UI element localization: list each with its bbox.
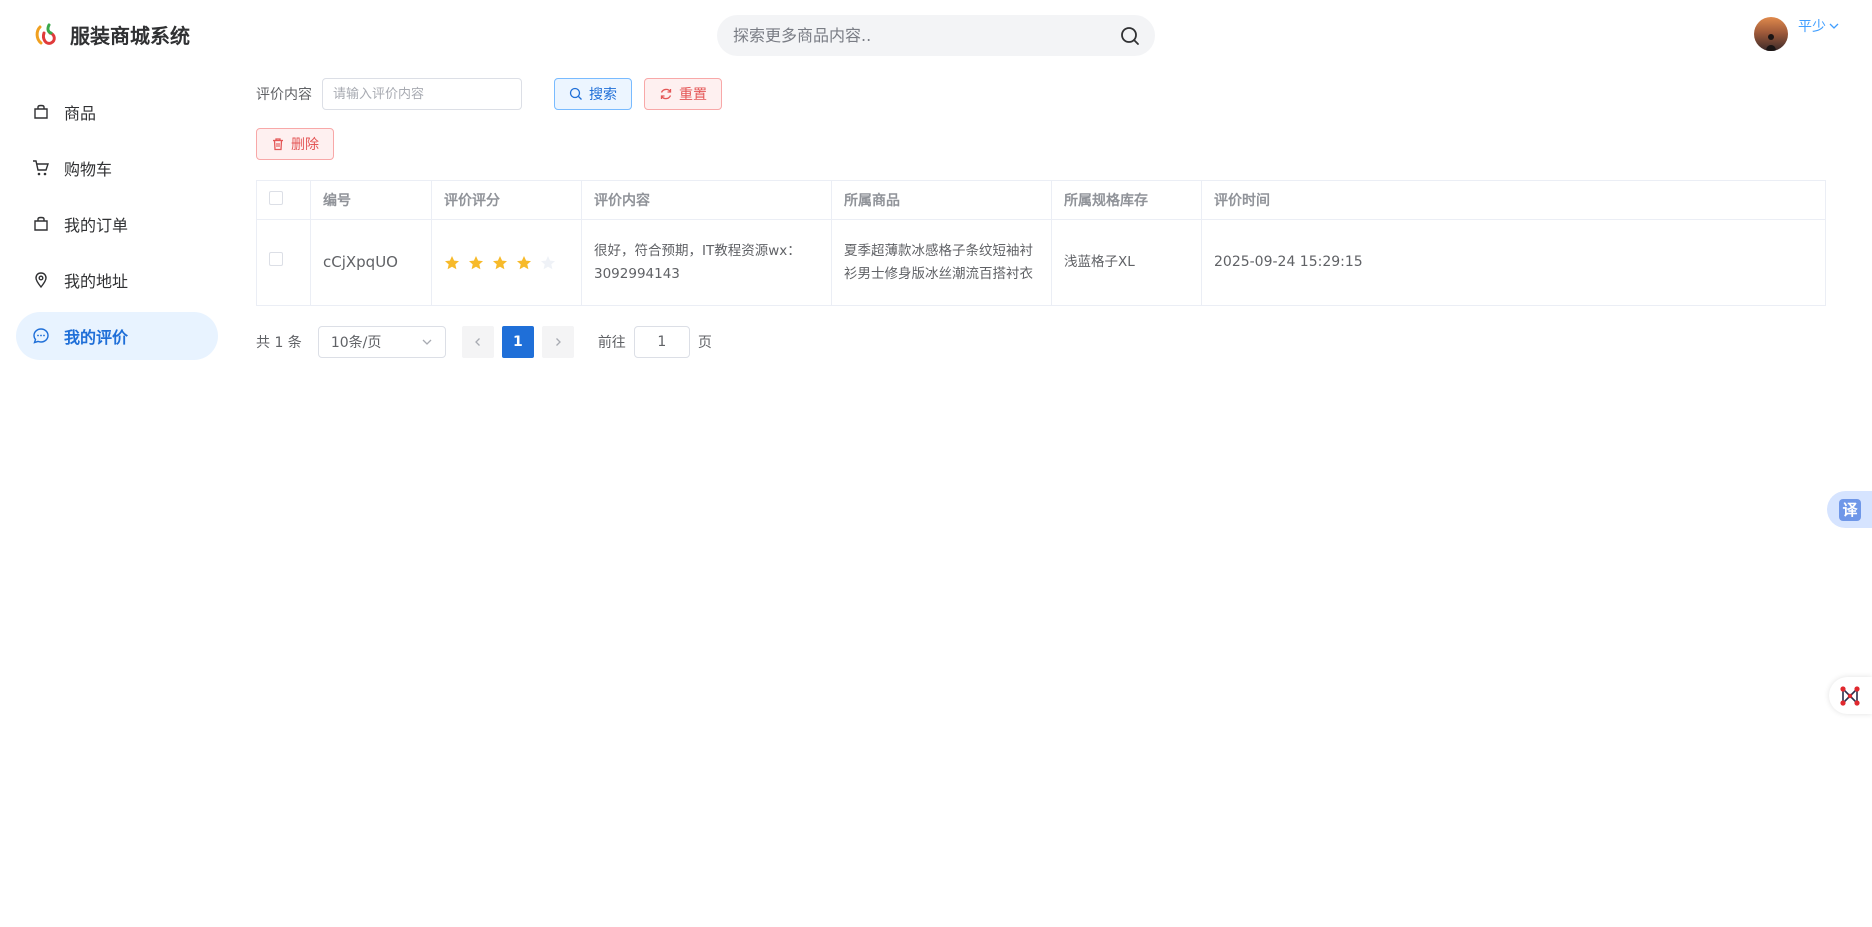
review-spec: 浅蓝格子XL: [1051, 219, 1202, 306]
sidebar-nav: 商品 购物车 我的订单 我的地址 我的评价: [16, 88, 218, 368]
sidebar-item-label: 购物车: [64, 160, 113, 179]
column-header-spec[interactable]: 所属规格库存: [1051, 180, 1202, 220]
app-logo[interactable]: 服装商城系统: [32, 20, 190, 49]
user-name: 平少: [1798, 19, 1826, 35]
pagination-total: 共 1 条: [256, 335, 302, 351]
chevron-down-icon: [422, 339, 432, 345]
column-header-id[interactable]: 编号: [310, 180, 432, 220]
row-select-cell: [256, 219, 311, 306]
page-suffix: 页: [697, 335, 712, 351]
table-header-row: 编号 评价评分 评价内容 所属商品 所属规格库存 评价时间: [256, 180, 1826, 220]
user-menu[interactable]: 平少: [1798, 16, 1840, 36]
pagination: 共 1 条 10条/页 1 前往 页: [256, 326, 712, 358]
column-header-rating[interactable]: 评价评分: [431, 180, 582, 220]
star-filled-icon: [469, 255, 483, 269]
translate-widget[interactable]: 译: [1827, 491, 1872, 528]
assistant-widget[interactable]: [1829, 677, 1872, 714]
star-filled-icon: [445, 255, 459, 269]
goto-label: 前往: [597, 335, 626, 351]
review-id: cCjXpqUO: [310, 219, 432, 306]
rating-stars: [444, 255, 569, 271]
reviews-table: 编号 评价评分 评价内容 所属商品 所属规格库存 评价时间 cCjXpqUO 很…: [256, 180, 1826, 306]
network-nodes-icon: [1840, 685, 1860, 706]
delete-button[interactable]: 删除: [256, 128, 334, 160]
refresh-icon: [660, 88, 672, 100]
next-page-button[interactable]: [541, 326, 574, 358]
star-empty-icon: [541, 255, 555, 269]
select-all-cell: [256, 180, 311, 220]
app-title: 服装商城系统: [70, 24, 190, 48]
filter-bar: 评价内容 搜索 重置: [256, 78, 722, 110]
sidebar-item-label: 我的评价: [64, 328, 129, 347]
location-pin-icon: [35, 272, 47, 289]
review-content-input[interactable]: [322, 78, 522, 110]
search-button-label: 搜索: [589, 87, 617, 103]
delete-button-label: 删除: [291, 137, 319, 153]
shopping-cart-icon: [33, 160, 49, 176]
star-filled-icon: [493, 255, 507, 269]
page-size-select[interactable]: 10条/页: [317, 326, 446, 358]
page-size-value: 10条/页: [330, 335, 382, 351]
translate-icon: 译: [1839, 498, 1861, 521]
column-header-content[interactable]: 评价内容: [581, 180, 832, 220]
chevron-right-icon: [555, 338, 561, 346]
sidebar-item-label: 商品: [64, 104, 97, 123]
chevron-left-icon: [474, 338, 480, 346]
brand-logo-icon: [35, 23, 56, 45]
sidebar-item-products[interactable]: 商品: [16, 88, 218, 136]
sidebar-item-label: 我的地址: [64, 272, 129, 291]
sidebar-item-orders[interactable]: 我的订单: [16, 200, 218, 248]
sidebar-item-address[interactable]: 我的地址: [16, 256, 218, 304]
search-icon: [569, 87, 582, 100]
reset-button-label: 重置: [679, 87, 707, 103]
review-time: 2025-09-24 15:29:15: [1201, 219, 1826, 306]
prev-page-button[interactable]: [461, 326, 494, 358]
goto-page-input[interactable]: [633, 326, 690, 358]
star-filled-icon: [517, 255, 531, 269]
chat-bubble-icon: [33, 328, 49, 344]
column-header-product[interactable]: 所属商品: [831, 180, 1052, 220]
row-checkbox[interactable]: [269, 252, 283, 266]
global-search-bar[interactable]: [717, 15, 1155, 56]
search-icon[interactable]: [1119, 25, 1141, 47]
select-all-checkbox[interactable]: [269, 191, 283, 205]
chevron-down-icon: [1829, 23, 1839, 29]
sidebar-item-reviews[interactable]: 我的评价: [16, 312, 218, 360]
sidebar-item-cart[interactable]: 购物车: [16, 144, 218, 192]
review-content: 很好，符合预期，IT教程资源wx：3092994143: [581, 219, 832, 306]
user-avatar[interactable]: [1754, 17, 1788, 51]
column-header-time[interactable]: 评价时间: [1201, 180, 1826, 220]
review-rating: [431, 219, 582, 306]
order-bag-icon: [34, 216, 48, 231]
review-product: 夏季超薄款冰感格子条纹短袖衬衫男士修身版冰丝潮流百搭衬衣: [831, 219, 1052, 306]
shopping-bag-icon: [34, 104, 48, 119]
table-row[interactable]: cCjXpqUO 很好，符合预期，IT教程资源wx：3092994143 夏季超…: [256, 219, 1826, 306]
reset-button[interactable]: 重置: [644, 78, 722, 110]
trash-icon: [273, 138, 283, 151]
page-number-current[interactable]: 1: [501, 326, 534, 358]
sidebar-item-label: 我的订单: [64, 216, 129, 235]
global-search-input[interactable]: [733, 26, 1119, 45]
search-button[interactable]: 搜索: [554, 78, 632, 110]
filter-label: 评价内容: [256, 87, 312, 103]
avatar-silhouette-icon: [1766, 34, 1776, 51]
